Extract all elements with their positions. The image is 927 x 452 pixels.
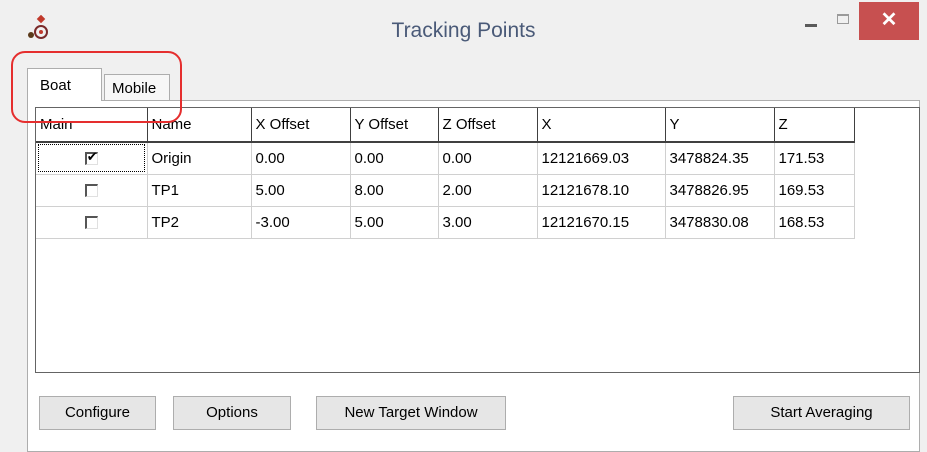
main-checkbox-icon[interactable]	[84, 184, 98, 198]
maximize-icon	[837, 14, 849, 24]
main-cell[interactable]	[36, 142, 148, 175]
x-offset-cell[interactable]: 0.00	[251, 142, 351, 175]
tracking-points-table: Main Name X Offset Y Offset Z Offset X Y…	[36, 108, 855, 239]
main-cell[interactable]	[36, 206, 148, 239]
new-target-window-button[interactable]: New Target Window	[316, 396, 506, 430]
z-cell[interactable]: 168.53	[774, 206, 855, 239]
window-title: Tracking Points	[391, 19, 536, 42]
x-cell[interactable]: 12121678.10	[537, 174, 666, 207]
options-button[interactable]: Options	[173, 396, 291, 430]
name-cell[interactable]: Origin	[147, 142, 252, 175]
y-offset-cell[interactable]: 0.00	[350, 142, 439, 175]
header-row: Main Name X Offset Y Offset Z Offset X Y…	[36, 108, 855, 143]
z-offset-cell[interactable]: 0.00	[438, 142, 538, 175]
main-checkbox-icon[interactable]	[84, 216, 98, 230]
column-header-z-offset[interactable]: Z Offset	[438, 108, 538, 143]
tab-mobile[interactable]: Mobile	[104, 74, 170, 101]
tab-mobile-label: Mobile	[112, 80, 157, 97]
y-cell[interactable]: 3478824.35	[665, 142, 775, 175]
column-header-main[interactable]: Main	[36, 108, 148, 143]
column-header-name[interactable]: Name	[147, 108, 252, 143]
z-offset-cell[interactable]: 2.00	[438, 174, 538, 207]
x-offset-cell[interactable]: -3.00	[251, 206, 351, 239]
z-cell[interactable]: 169.53	[774, 174, 855, 207]
x-offset-cell[interactable]: 5.00	[251, 174, 351, 207]
tracking-points-grid[interactable]: Main Name X Offset Y Offset Z Offset X Y…	[35, 107, 920, 373]
y-offset-cell[interactable]: 8.00	[350, 174, 439, 207]
start-averaging-button[interactable]: Start Averaging	[733, 396, 910, 430]
z-cell[interactable]: 171.53	[774, 142, 855, 175]
table-row[interactable]: TP1 5.00 8.00 2.00 12121678.10 3478826.9…	[36, 174, 855, 207]
tab-boat[interactable]: Boat	[27, 68, 102, 101]
minimize-button[interactable]	[797, 8, 827, 34]
title-bar[interactable]: Tracking Points ✕	[0, 0, 927, 64]
maximize-button[interactable]	[829, 8, 859, 34]
column-header-y[interactable]: Y	[665, 108, 775, 143]
minimize-icon	[805, 24, 817, 27]
x-cell[interactable]: 12121669.03	[537, 142, 666, 175]
name-cell[interactable]: TP1	[147, 174, 252, 207]
close-button[interactable]: ✕	[859, 2, 919, 40]
tracking-points-window: Tracking Points ✕ Boat Mobile Main Name …	[0, 0, 927, 452]
table-row[interactable]: Origin 0.00 0.00 0.00 12121669.03 347882…	[36, 142, 855, 175]
y-cell[interactable]: 3478826.95	[665, 174, 775, 207]
main-checkbox-icon[interactable]	[84, 149, 98, 166]
column-header-x[interactable]: X	[537, 108, 666, 143]
column-header-z[interactable]: Z	[774, 108, 855, 143]
y-cell[interactable]: 3478830.08	[665, 206, 775, 239]
tab-boat-label: Boat	[40, 77, 71, 94]
table-row[interactable]: TP2 -3.00 5.00 3.00 12121670.15 3478830.…	[36, 206, 855, 239]
x-cell[interactable]: 12121670.15	[537, 206, 666, 239]
main-cell[interactable]	[36, 174, 148, 207]
configure-button[interactable]: Configure	[39, 396, 156, 430]
z-offset-cell[interactable]: 3.00	[438, 206, 538, 239]
column-header-x-offset[interactable]: X Offset	[251, 108, 351, 143]
y-offset-cell[interactable]: 5.00	[350, 206, 439, 239]
column-header-y-offset[interactable]: Y Offset	[350, 108, 439, 143]
name-cell[interactable]: TP2	[147, 206, 252, 239]
close-icon: ✕	[880, 9, 898, 31]
